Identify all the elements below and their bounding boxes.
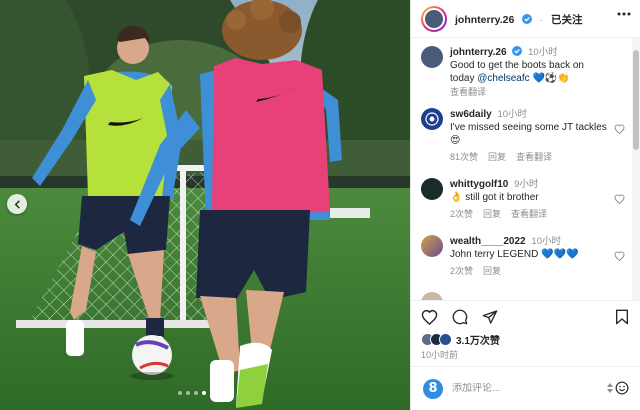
avatar[interactable] — [421, 235, 443, 257]
verified-badge-icon — [512, 46, 523, 56]
post-age: 10小时前 — [421, 350, 459, 360]
share-button[interactable] — [482, 309, 498, 325]
caption-meta: 查看翻译 — [450, 86, 610, 99]
sort-arrows-icon — [607, 383, 613, 393]
comment-time: 10小时 — [497, 109, 528, 120]
comment-item: wealth____2022 10小时 John terry LEGEND 💙💙… — [421, 235, 631, 278]
carousel-dot — [194, 391, 198, 395]
comment-item: sw6daily 10小时 I've missed seeing some JT… — [421, 108, 631, 164]
previous-photo-button[interactable] — [7, 194, 27, 214]
like-button[interactable] — [421, 309, 438, 325]
caption-body: johnterry.26 10小时 Good to get the boots … — [450, 46, 610, 99]
comment-username[interactable]: whittygolf10 — [450, 179, 508, 190]
carousel-dot — [226, 391, 230, 395]
heart-icon — [421, 309, 438, 325]
carousel-dot-active — [202, 391, 206, 395]
carousel-indicator — [178, 391, 230, 395]
mention-link[interactable]: @chelseafc — [477, 73, 529, 84]
avatar[interactable] — [421, 46, 443, 68]
save-button[interactable] — [615, 309, 629, 330]
comment-username[interactable]: sw6daily — [450, 109, 492, 120]
comment-meta: 2次赞 回复 查看翻译 — [450, 208, 610, 221]
post-details-panel: johnterry.26 · 已关注 johnterry.26 10小时 Goo… — [410, 0, 640, 410]
send-icon — [482, 309, 498, 324]
see-translation-link[interactable]: 查看翻译 — [450, 86, 486, 99]
add-comment-bar: 8 — [411, 366, 640, 410]
comment-likes[interactable]: 2次赞 — [450, 265, 473, 278]
comment-item-partial — [421, 292, 631, 300]
comment-meta: 2次赞 回复 — [450, 265, 610, 278]
liker-avatar — [439, 333, 452, 346]
avatar[interactable] — [421, 292, 443, 300]
chelsea-crest-icon — [425, 112, 439, 126]
comment-likes[interactable]: 81次赞 — [450, 151, 478, 164]
comments-list[interactable]: johnterry.26 10小时 Good to get the boots … — [411, 38, 633, 300]
likes-summary[interactable]: 3.1万次赞 — [421, 332, 500, 347]
comment-text: 👌 still got it brother — [450, 192, 539, 203]
separator-dot: · — [539, 14, 543, 26]
training-scene-image — [0, 0, 410, 410]
following-button[interactable]: 已关注 — [551, 14, 583, 26]
heart-icon[interactable] — [614, 251, 625, 261]
comments-scrollbar[interactable] — [632, 38, 640, 300]
post-actions — [411, 300, 640, 332]
comment-body: sw6daily 10小时 I've missed seeing some JT… — [450, 108, 610, 164]
comment-icon — [452, 309, 468, 324]
caption-username[interactable]: johnterry.26 — [450, 47, 507, 58]
carousel-dot — [186, 391, 190, 395]
comment-text: I've missed seeing some JT tackles 😍 — [450, 122, 607, 146]
emoji-button[interactable] — [607, 381, 629, 395]
caption-time: 10小时 — [528, 47, 558, 58]
header-username[interactable]: johnterry.26 — [455, 14, 514, 26]
see-translation-link[interactable]: 查看翻译 — [511, 208, 547, 221]
bookmark-icon — [616, 309, 628, 325]
comment-item: whittygolf10 9小时 👌 still got it brother … — [421, 178, 631, 221]
post-header: johnterry.26 · 已关注 — [411, 0, 640, 38]
avatar[interactable] — [421, 108, 443, 130]
heart-icon[interactable] — [614, 194, 625, 204]
carousel-dot — [178, 391, 182, 395]
comment-meta: 81次赞 回复 查看翻译 — [450, 151, 610, 164]
carousel-dot — [218, 391, 222, 395]
comment-likes[interactable]: 2次赞 — [450, 208, 473, 221]
comment-body: whittygolf10 9小时 👌 still got it brother … — [450, 178, 610, 221]
comment-time: 9小时 — [514, 179, 539, 190]
more-icon[interactable] — [617, 12, 631, 16]
carousel-dot — [210, 391, 214, 395]
see-translation-link[interactable]: 查看翻译 — [516, 151, 552, 164]
header-user-block: johnterry.26 · 已关注 — [455, 10, 583, 28]
current-user-avatar: 8 — [423, 378, 443, 399]
reply-button[interactable]: 回复 — [483, 208, 501, 221]
reply-button[interactable]: 回复 — [488, 151, 506, 164]
add-comment-input[interactable] — [452, 383, 582, 394]
verified-badge-icon — [521, 13, 532, 24]
smiley-icon — [615, 381, 629, 395]
post-photo — [0, 0, 410, 410]
likes-count[interactable]: 3.1万次赞 — [456, 332, 500, 347]
reply-button[interactable]: 回复 — [483, 265, 501, 278]
caption-emoji: 💙⚽👏 — [532, 73, 570, 84]
heart-icon[interactable] — [614, 124, 625, 134]
comment-username[interactable]: wealth____2022 — [450, 236, 526, 247]
scrollbar-thumb[interactable] — [633, 50, 639, 150]
avatar[interactable] — [421, 5, 447, 32]
comment-button[interactable] — [452, 309, 468, 325]
comment-text: John terry LEGEND 💙💙💙 — [450, 249, 579, 260]
post-caption: johnterry.26 10小时 Good to get the boots … — [421, 46, 631, 99]
comment-body: wealth____2022 10小时 John terry LEGEND 💙💙… — [450, 235, 610, 278]
avatar[interactable] — [421, 178, 443, 200]
chevron-left-icon — [14, 199, 20, 209]
comment-time: 10小时 — [531, 236, 561, 247]
